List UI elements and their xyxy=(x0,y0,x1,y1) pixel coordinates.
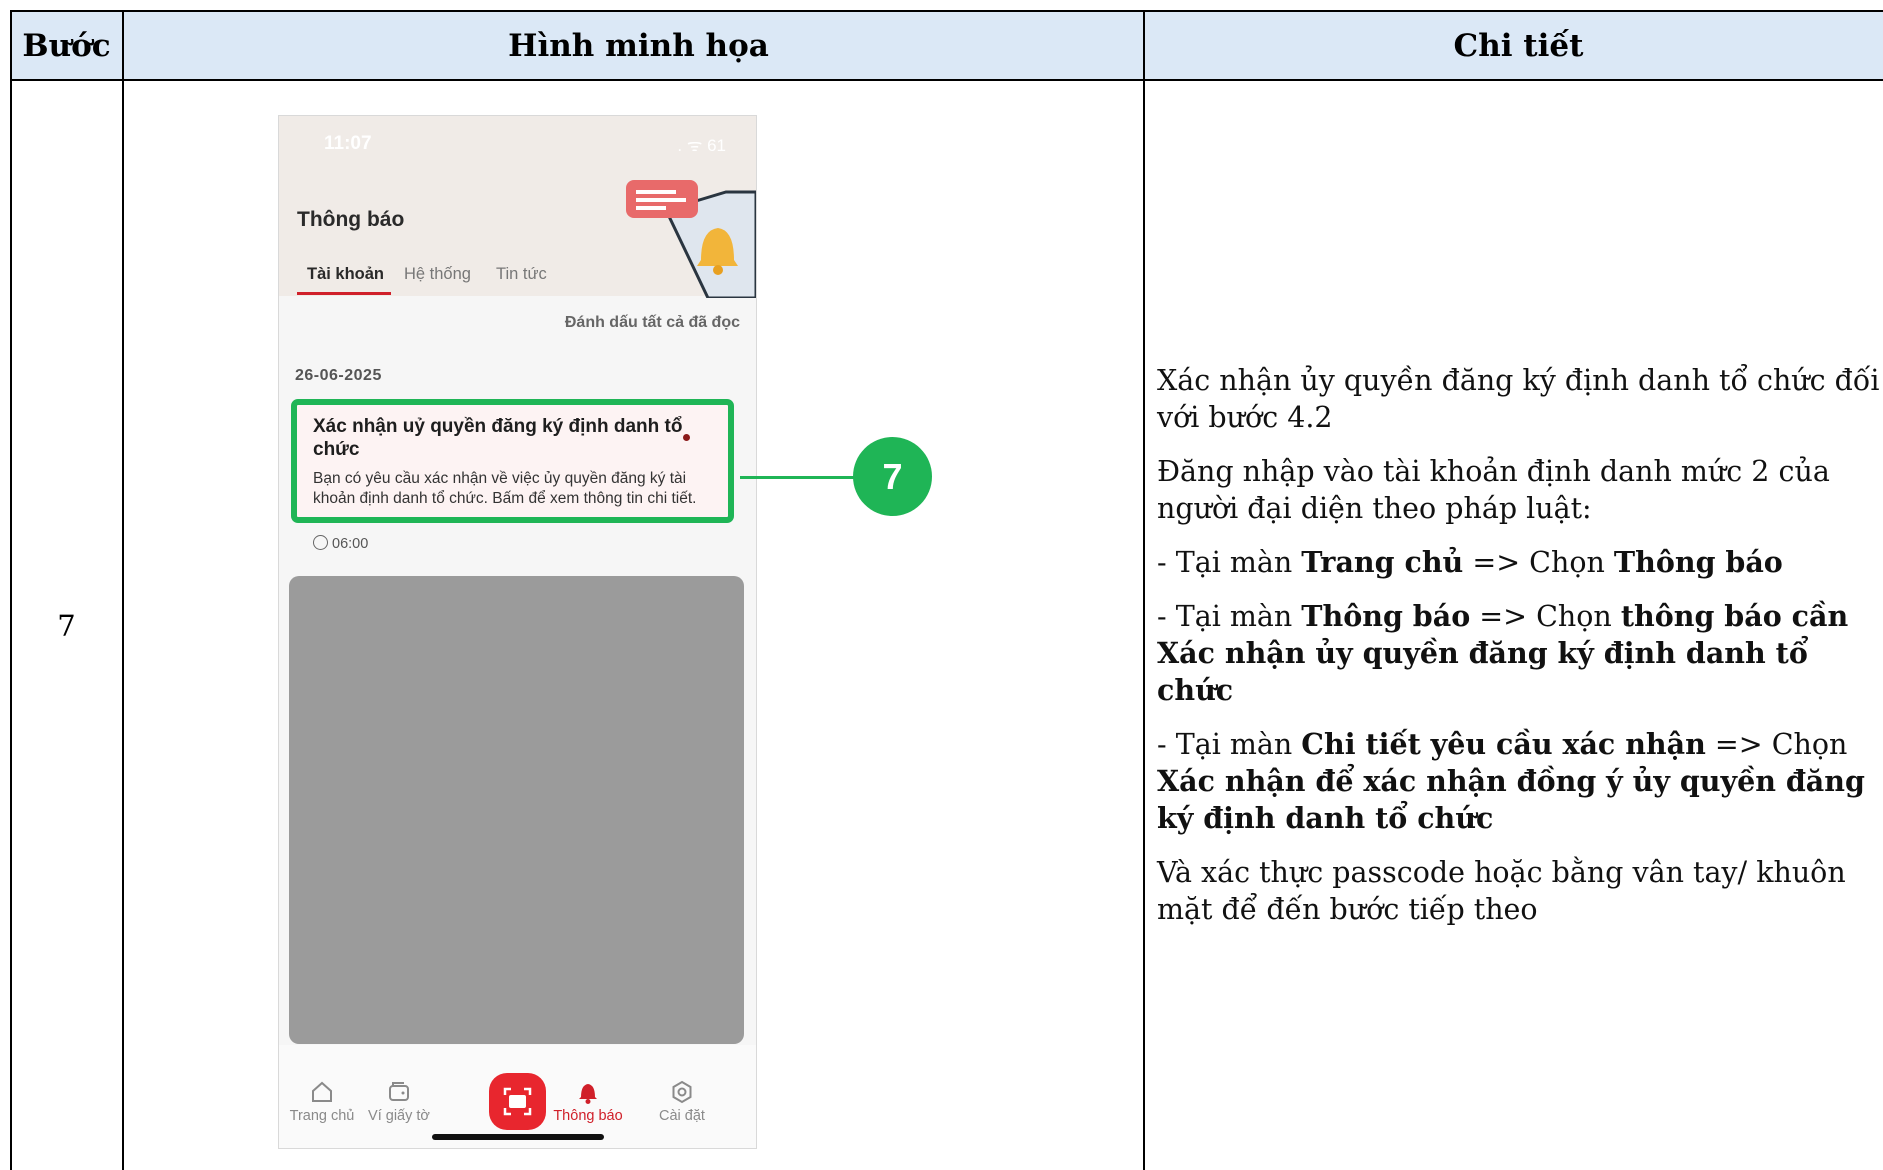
scan-button[interactable] xyxy=(489,1073,546,1130)
settings-icon xyxy=(672,1080,692,1104)
tab-account[interactable]: Tài khoản xyxy=(307,265,384,284)
detail-step-confirm: - Tại màn Chi tiết yêu cầu xác nhận => C… xyxy=(1157,727,1865,835)
status-time: 11:07 xyxy=(324,133,372,154)
detail-step-notifications: - Tại màn Thông báo => Chọn thông báo cầ… xyxy=(1157,599,1849,707)
header-detail: Chi tiết xyxy=(1154,10,1883,81)
tab-news[interactable]: Tin tức xyxy=(496,265,547,284)
detail-intro: Xác nhận ủy quyền đăng ký định danh tổ c… xyxy=(1157,364,1880,434)
header-step: Bước xyxy=(10,10,123,81)
phone-header: 11:07 . ᯤ 61 Thông báo Tài khoản Hệ thốn… xyxy=(279,116,756,298)
phone-screenshot: 11:07 . ᯤ 61 Thông báo Tài khoản Hệ thốn… xyxy=(278,115,757,1149)
scan-icon xyxy=(503,1087,532,1116)
detail-text: Xác nhận ủy quyền đăng ký định danh tổ c… xyxy=(1157,362,1883,945)
notification-card[interactable]: Xác nhận uỷ quyền đăng ký định danh tổ c… xyxy=(291,399,734,552)
header-illustration: Hình minh họa xyxy=(123,10,1154,81)
tab-system[interactable]: Hệ thống xyxy=(404,265,471,284)
unread-dot xyxy=(683,434,690,441)
nav-home[interactable]: Trang chủ xyxy=(282,1079,362,1124)
clock-icon xyxy=(313,535,328,550)
detail-verify: Và xác thực passcode hoặc bằng vân tay/ … xyxy=(1157,856,1846,926)
home-icon xyxy=(312,1081,332,1102)
nav-wallet[interactable]: Ví giấy tờ xyxy=(359,1079,439,1124)
bell-illustration-icon xyxy=(626,180,756,298)
notification-body: Bạn có yêu cầu xác nhận về việc ủy quyền… xyxy=(313,470,697,507)
callout-connector xyxy=(740,476,856,479)
wallet-icon xyxy=(389,1082,409,1101)
date-heading: 26-06-2025 xyxy=(295,367,382,384)
table-border-col2 xyxy=(1143,10,1145,1170)
detail-login: Đăng nhập vào tài khoản định danh mức 2 … xyxy=(1157,455,1830,525)
mark-all-read-link[interactable]: Đánh dấu tất cả đã đọc xyxy=(565,314,740,332)
status-icons: . ᯤ 61 xyxy=(677,136,726,155)
bottom-nav: Trang chủ Ví giấy tờ Thông báo Cài đặt xyxy=(279,1045,756,1148)
callout-badge: 7 xyxy=(853,437,932,516)
home-indicator xyxy=(432,1134,604,1140)
nav-settings[interactable]: Cài đặt xyxy=(642,1079,722,1124)
notification-title: Xác nhận uỷ quyền đăng ký định danh tổ c… xyxy=(313,416,683,460)
step-number: 7 xyxy=(57,608,76,643)
page-title: Thông báo xyxy=(297,208,405,231)
blurred-content xyxy=(289,576,744,1044)
tab-underline xyxy=(297,292,391,295)
notification-time: 06:00 xyxy=(313,535,368,552)
bell-icon xyxy=(579,1084,597,1104)
detail-step-home: - Tại màn Trang chủ => Chọn Thông báo xyxy=(1157,545,1783,579)
nav-notifications[interactable]: Thông báo xyxy=(548,1079,628,1124)
